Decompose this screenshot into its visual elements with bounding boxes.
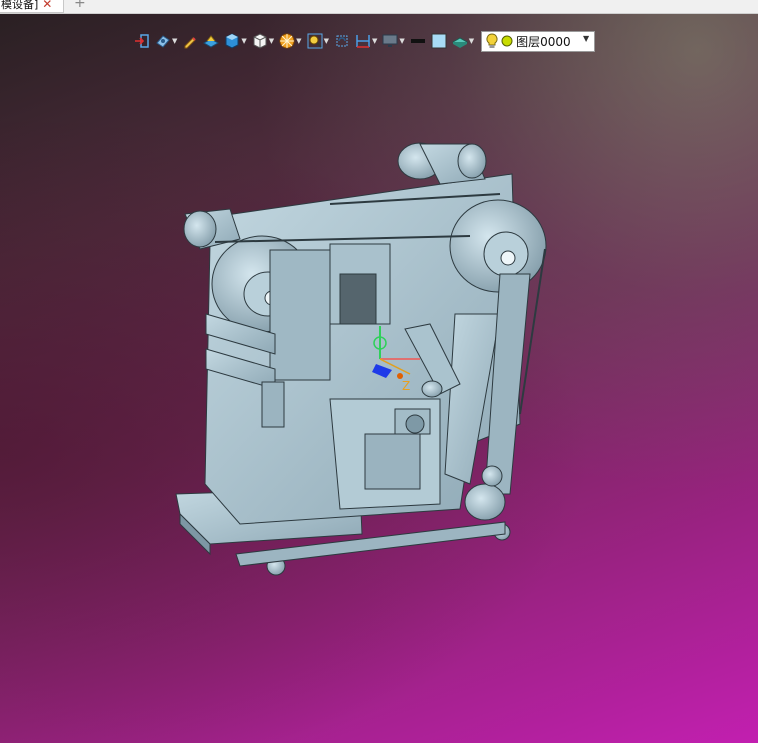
standard-view-button[interactable]: ▼ <box>250 30 276 52</box>
machine-assembly-model[interactable]: Z <box>0 14 758 743</box>
view-orientation-icon <box>156 35 170 48</box>
section-plane-icon <box>203 35 220 48</box>
material-button[interactable]: ▼ <box>450 30 476 52</box>
linear-rail <box>269 249 331 381</box>
standard-view-cube-icon <box>253 33 267 49</box>
close-tab-icon[interactable]: ✕ <box>42 0 52 11</box>
line-color-icon <box>410 39 425 43</box>
section-plane-button[interactable] <box>201 30 221 52</box>
sketch-pencil-icon <box>184 37 197 49</box>
material-icon <box>451 37 468 48</box>
chevron-down-icon: ▼ <box>323 37 329 45</box>
chevron-down-icon: ▼ <box>582 33 590 43</box>
chevron-down-icon: ▼ <box>296 37 302 45</box>
layer-color-dot-icon <box>501 35 513 47</box>
refresh-view-icon <box>336 35 348 47</box>
fill-color-icon <box>431 33 447 49</box>
lightbulb-icon[interactable] <box>486 33 498 49</box>
chevron-down-icon: ▼ <box>399 37 405 45</box>
layer-name: 图层0000 <box>516 34 571 49</box>
refresh-view-button[interactable] <box>332 30 352 52</box>
fill-color-button[interactable] <box>429 30 449 52</box>
render-style-button[interactable]: ▼ <box>277 30 303 52</box>
line-color-button[interactable] <box>408 30 428 52</box>
3d-viewport[interactable]: ▼ ▼ ▼ ▼ ▼ ▼ ▼ ▼ 图层0000 ▼ Z <box>0 14 758 743</box>
shaded-display-icon <box>225 33 239 49</box>
exit-view-button[interactable] <box>132 30 152 52</box>
zoom-fit-button[interactable]: ▼ <box>305 30 331 52</box>
chevron-down-icon: ▼ <box>268 37 275 45</box>
view-orientation-button[interactable]: ▼ <box>153 30 179 52</box>
document-tab-strip: 模设备] ✕ + <box>0 0 758 14</box>
new-tab-icon[interactable]: + <box>74 0 86 11</box>
view-toolbar: ▼ ▼ ▼ ▼ ▼ ▼ ▼ ▼ 图层0000 ▼ <box>132 30 596 52</box>
chevron-down-icon: ▼ <box>172 37 178 45</box>
chevron-down-icon: ▼ <box>241 37 247 45</box>
render-style-icon <box>279 33 295 49</box>
sketch-button[interactable] <box>180 30 200 52</box>
display-button[interactable]: ▼ <box>380 30 406 52</box>
zoom-fit-icon <box>307 33 323 49</box>
axis-z-label: Z <box>402 379 410 393</box>
dimension-button[interactable]: ▼ <box>353 30 379 52</box>
display-monitor-icon <box>382 34 398 47</box>
shaded-display-button[interactable]: ▼ <box>222 30 248 52</box>
document-tab[interactable]: 模设备] ✕ <box>0 0 64 13</box>
chevron-down-icon: ▼ <box>371 37 378 45</box>
chevron-down-icon: ▼ <box>468 37 475 45</box>
dimension-icon <box>356 35 370 48</box>
document-tab-title: 模设备] <box>1 0 39 11</box>
layer-dropdown[interactable]: 图层0000 ▼ <box>481 30 596 52</box>
exit-view-icon <box>135 34 149 48</box>
